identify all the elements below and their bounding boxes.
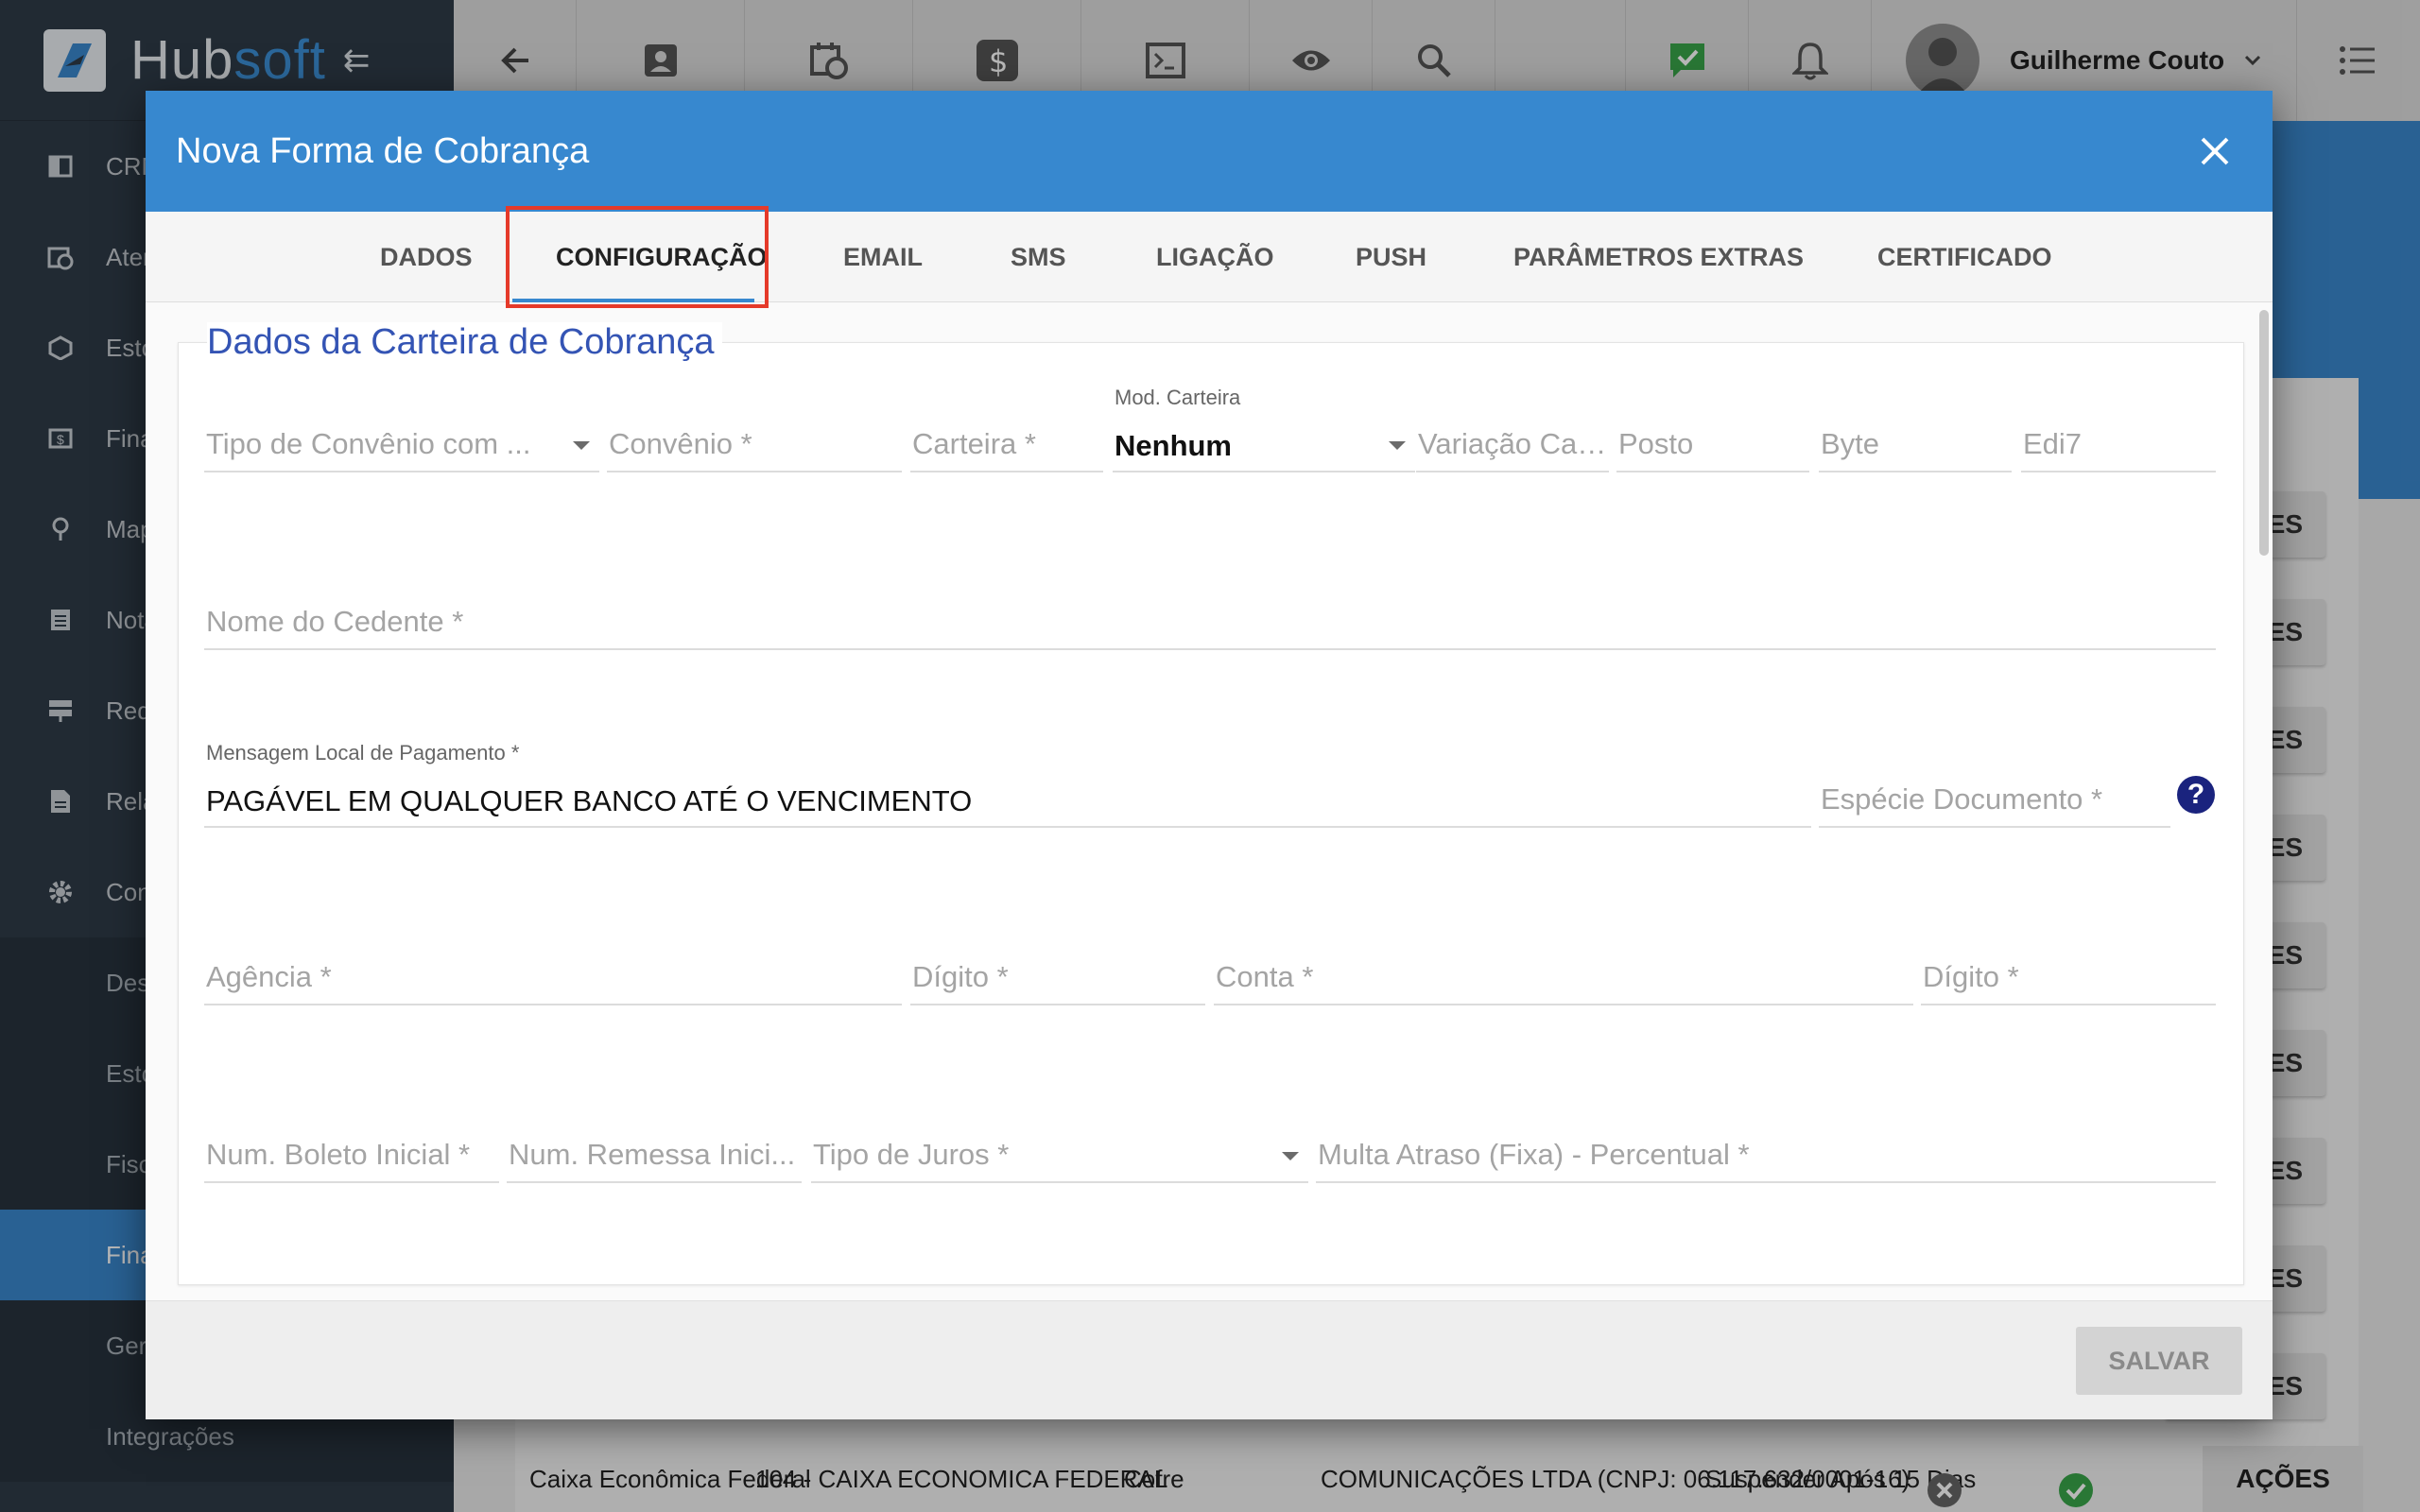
byte-field[interactable]: Byte xyxy=(1819,412,2012,472)
posto-field[interactable]: Posto xyxy=(1616,412,1809,472)
edi7-field[interactable]: Edi7 xyxy=(2021,412,2216,472)
carteira-field[interactable]: Carteira * xyxy=(910,412,1103,472)
convenio-field[interactable]: Convênio * xyxy=(607,412,902,472)
tipo-convenio-select[interactable]: Tipo de Convênio com ... xyxy=(204,412,599,472)
agencia-field[interactable]: Agência * xyxy=(204,945,902,1005)
tab-ligacao[interactable]: LIGAÇÃO xyxy=(1156,212,1274,302)
save-button[interactable]: SALVAR xyxy=(2076,1327,2242,1395)
tab-push[interactable]: PUSH xyxy=(1356,212,1426,302)
mod-carteira-select[interactable]: Mod. Carteira Nenhum xyxy=(1113,386,1415,472)
payment-method-dialog: Nova Forma de Cobrança DADOS CONFIGURAÇÃ… xyxy=(146,91,2273,1419)
digito-agencia-field[interactable]: Dígito * xyxy=(910,945,1205,1005)
dialog-header: Nova Forma de Cobrança xyxy=(146,91,2273,212)
close-button[interactable] xyxy=(2191,128,2238,175)
tab-parametros-extras[interactable]: PARÂMETROS EXTRAS xyxy=(1513,212,1804,302)
variacao-carteira-field[interactable]: Variação Car... xyxy=(1416,412,1609,472)
num-boleto-inicial-field[interactable]: Num. Boleto Inicial * xyxy=(204,1123,499,1183)
dropdown-arrow-icon xyxy=(1389,441,1406,450)
tab-dados[interactable]: DADOS xyxy=(380,212,473,302)
dialog-title: Nova Forma de Cobrança xyxy=(176,130,590,171)
tab-email[interactable]: EMAIL xyxy=(843,212,923,302)
help-icon[interactable]: ? xyxy=(2177,776,2215,814)
especie-documento-field[interactable]: Espécie Documento * xyxy=(1819,767,2170,828)
conta-field[interactable]: Conta * xyxy=(1214,945,1913,1005)
num-remessa-inicial-field[interactable]: Num. Remessa Inici... xyxy=(507,1123,802,1183)
mensagem-local-pagamento-field[interactable]: Mensagem Local de Pagamento * PAGÁVEL EM… xyxy=(204,741,1811,828)
dropdown-arrow-icon xyxy=(573,441,590,450)
dropdown-arrow-icon xyxy=(1282,1152,1299,1160)
close-icon xyxy=(2201,137,2229,165)
scrollbar[interactable] xyxy=(2259,310,2269,556)
dialog-tabs: DADOS CONFIGURAÇÃO EMAIL SMS LIGAÇÃO PUS… xyxy=(146,206,2273,308)
digito-conta-field[interactable]: Dígito * xyxy=(1921,945,2216,1005)
tab-certificado[interactable]: CERTIFICADO xyxy=(1877,212,2052,302)
multa-atraso-field[interactable]: Multa Atraso (Fixa) - Percentual * xyxy=(1316,1123,2216,1183)
nome-cedente-field[interactable]: Nome do Cedente * xyxy=(204,590,2216,650)
tipo-juros-select[interactable]: Tipo de Juros * xyxy=(811,1123,1308,1183)
section-title: Dados da Carteira de Cobrança xyxy=(207,322,722,363)
tab-sms[interactable]: SMS xyxy=(1011,212,1066,302)
highlight-box xyxy=(506,206,769,308)
dialog-footer: SALVAR xyxy=(146,1300,2273,1419)
